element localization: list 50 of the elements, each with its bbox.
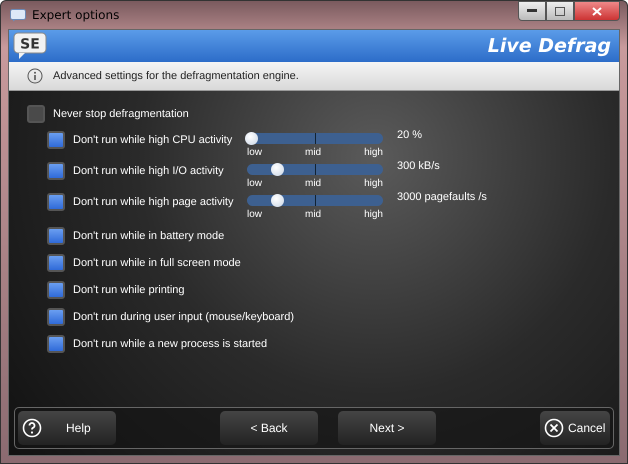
tick-label: high [364, 178, 383, 189]
minimize-button[interactable] [518, 1, 546, 21]
window-title: Expert options [32, 8, 120, 22]
slider-reading: 3000 pagefaults /s [397, 191, 488, 205]
cancel-icon [544, 418, 564, 438]
help-icon [22, 418, 42, 438]
slider-thumb[interactable] [270, 163, 284, 176]
checkbox[interactable] [47, 193, 65, 211]
checkbox-label: Don't run while a new process is started [73, 338, 268, 350]
next-button[interactable]: Next > [338, 411, 436, 445]
tick-label: low [247, 147, 262, 158]
info-icon [27, 68, 43, 84]
checkbox[interactable] [47, 226, 65, 244]
checkbox[interactable] [47, 308, 65, 326]
slider-thumb[interactable] [245, 132, 258, 145]
help-button[interactable]: Help [18, 411, 116, 445]
checkbox-label: Never stop defragmentation [53, 108, 189, 120]
slider-reading: 300 kB/s [397, 160, 441, 174]
tick-label: mid [304, 209, 322, 220]
checkbox-label: Don't run while printing [73, 284, 185, 296]
close-icon [592, 6, 602, 16]
checkbox-label: Don't run while in full screen mode [73, 256, 241, 268]
tick-label: low [247, 209, 262, 220]
minimize-icon [527, 9, 537, 13]
tick-label: high [364, 209, 383, 220]
slider-reading: 20 % [397, 129, 424, 143]
checkbox[interactable] [47, 162, 65, 180]
back-button[interactable]: < Back [220, 411, 318, 445]
tick-label: mid [304, 147, 322, 158]
info-text: Advanced settings for the defragmentation engine. [53, 70, 299, 82]
checkbox[interactable] [47, 254, 65, 272]
checkbox-label: Don't run while high page activity [73, 196, 234, 208]
checkbox-label: Don't run during user input (mouse/keyboard) [73, 310, 294, 322]
banner-title: Live Defrag [488, 35, 611, 57]
tick-label: low [247, 178, 262, 189]
tick-label: mid [304, 178, 322, 189]
checkbox[interactable] [47, 131, 65, 149]
maximize-button[interactable] [546, 1, 574, 21]
maximize-icon [555, 6, 565, 16]
checkbox[interactable] [47, 334, 65, 352]
app-icon [10, 8, 26, 22]
close-button[interactable] [574, 1, 620, 21]
checkbox[interactable] [27, 105, 45, 123]
cancel-button[interactable]: Cancel [540, 411, 610, 445]
checkbox-label: Don't run while high CPU activity [73, 134, 232, 146]
tick-label: high [364, 147, 383, 158]
checkbox[interactable] [47, 280, 65, 298]
checkbox-label: Don't run while in battery mode [73, 230, 224, 242]
slider-thumb[interactable] [270, 194, 284, 207]
checkbox-label: Don't run while high I/O activity [73, 165, 224, 177]
